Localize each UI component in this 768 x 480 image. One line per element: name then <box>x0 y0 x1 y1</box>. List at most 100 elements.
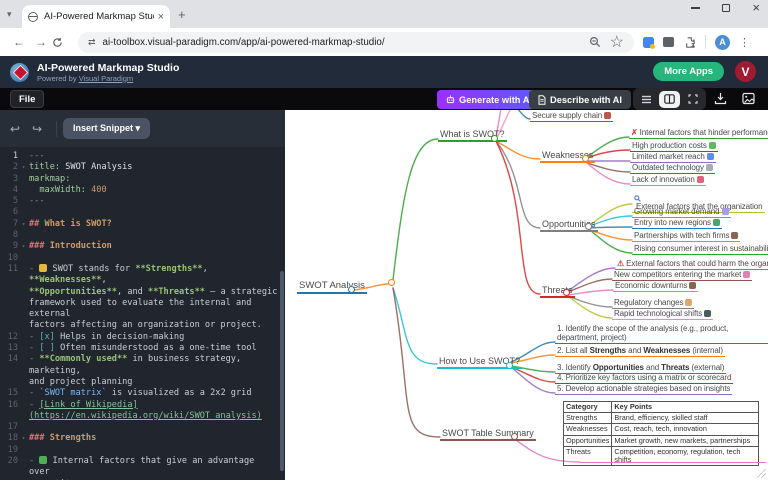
site-settings-icon[interactable]: ⇄ <box>88 37 96 48</box>
bookmark-star-icon[interactable]: ☆ <box>610 32 624 52</box>
zoom-level-icon[interactable] <box>589 36 601 48</box>
mindmap-node-w5: Lack of innovation <box>630 175 706 186</box>
window-minimize-button[interactable] <box>691 7 700 8</box>
tab-search-chevron-icon[interactable]: ▾ <box>7 9 12 20</box>
code-line: 3markmap: <box>0 174 279 185</box>
back-button[interactable]: ← <box>8 35 30 49</box>
mindmap-toggle-tbl[interactable] <box>511 433 518 440</box>
new-tab-button[interactable]: + <box>178 7 186 22</box>
mindmap-node-w1: ✗Internal factors that hinder performanc… <box>629 128 768 139</box>
v-badge-logo[interactable]: V <box>735 61 756 82</box>
mindmap-node-root: SWOT Analysis <box>297 280 367 294</box>
code-line: 1--- <box>0 151 279 162</box>
code-line: 6 <box>0 207 279 218</box>
browser-navbar: ← → ⇄ ai-toolbox.visual-paradigm.com/app… <box>0 28 768 56</box>
mindmap-node-t1: New competitors entering the market <box>612 270 752 281</box>
code-line: 7▾## What is SWOT? <box>0 219 279 230</box>
tab-favicon-globe-icon <box>28 12 38 22</box>
emoji-icon <box>704 310 711 317</box>
reload-button[interactable] <box>52 37 74 48</box>
code-line: 11- SWOT stands for **Strengths**, **Wea… <box>0 264 279 287</box>
mindmap-toggle-thr[interactable] <box>563 289 570 296</box>
emoji-icon <box>689 282 696 289</box>
emoji-icon <box>604 112 611 119</box>
code-line: (https://en.wikipedia.org/wiki/SWOT_anal… <box>0 411 279 422</box>
code-line: framework used to evaluate the internal … <box>0 298 279 321</box>
fullscreen-view-icon[interactable] <box>682 91 703 108</box>
mindmap-node-tbl: SWOT Table Summary <box>440 428 536 441</box>
ai-sparkle-icon <box>446 95 455 104</box>
code-line: 17 <box>0 422 279 433</box>
emoji-icon <box>706 164 713 171</box>
mindmap-node-o2: Entry into new regions <box>632 218 722 229</box>
search-icon <box>634 195 763 202</box>
browser-window: ▾ AI-Powered Markmap Studio × + × ← → ⇄ … <box>0 0 768 480</box>
code-line: 10 <box>0 253 279 264</box>
mindmap-toggle-root[interactable] <box>348 286 355 293</box>
browser-menu-icon[interactable]: ⋮ <box>739 36 750 49</box>
mindmap-toggle-how[interactable] <box>506 362 513 369</box>
code-line: 13- [ ] Often misunderstood as a one-tim… <box>0 343 279 354</box>
mindmap-node-w2: High production costs <box>630 141 718 152</box>
table-row: OpportunitiesMarket growth, new markets,… <box>564 435 759 446</box>
generate-with-ai-button[interactable]: Generate with AI <box>437 90 541 109</box>
code-line: 16- [Link of Wikipedia] <box>0 400 279 411</box>
resize-handle[interactable] <box>757 469 766 478</box>
code-line: 12- [x] Helps in decision-making <box>0 332 279 343</box>
powered-by: Powered by Visual Paradigm <box>37 74 179 83</box>
more-apps-button[interactable]: More Apps <box>653 62 724 81</box>
tab-strip: ▾ AI-Powered Markmap Studio × + × <box>0 0 768 28</box>
visual-paradigm-link[interactable]: Visual Paradigm <box>79 74 133 83</box>
mindmap-node-h1: 1. Identify the scope of the analysis (e… <box>555 324 768 344</box>
download-icon[interactable] <box>714 92 727 105</box>
describe-with-ai-button[interactable]: Describe with AI <box>529 90 631 109</box>
window-close-button[interactable]: × <box>752 4 760 12</box>
code-line: 9▾### Introduction <box>0 241 279 252</box>
x-icon: ✗ <box>631 128 638 137</box>
mindmap-toggle-what[interactable] <box>491 135 498 142</box>
insert-snippet-button[interactable]: Insert Snippet ▾ <box>63 118 150 139</box>
tab-close-icon[interactable]: × <box>158 11 164 23</box>
mindmap-node-o3: Partnerships with tech firms <box>632 231 740 242</box>
code-editor[interactable]: 1---2▾title: SWOT Analysis3markmap:4 max… <box>0 151 279 480</box>
split-view-icon[interactable] <box>659 91 680 108</box>
file-menu-button[interactable]: File <box>10 90 44 108</box>
fold-toggle-icon[interactable]: ▾ <box>18 433 29 444</box>
extensions-puzzle-icon[interactable] <box>683 36 696 49</box>
table-row: WeaknessesCost, reach, tech, innovation <box>564 424 759 435</box>
emoji-icon <box>713 219 720 226</box>
mindmap-node-h5: 5. Develop actionable strategies based o… <box>555 384 732 395</box>
mindmap-toggle-opp[interactable] <box>585 223 592 230</box>
mindmap-node-h2: 2. List all Strengths and Weaknesses (in… <box>555 346 725 357</box>
window-maximize-button[interactable] <box>722 4 730 12</box>
emoji-icon <box>709 142 716 149</box>
url-text: ai-toolbox.visual-paradigm.com/app/ai-po… <box>103 37 580 48</box>
browser-tab[interactable]: AI-Powered Markmap Studio × <box>22 5 170 28</box>
mindmap-toggle-junction[interactable] <box>388 279 395 286</box>
address-bar[interactable]: ⇄ ai-toolbox.visual-paradigm.com/app/ai-… <box>78 32 634 53</box>
emoji-icon <box>685 299 692 306</box>
code-line: 5--- <box>0 196 279 207</box>
visual-paradigm-logo-icon <box>10 63 29 82</box>
profile-avatar[interactable]: A <box>715 35 730 50</box>
table-row: StrengthsBrand, efficiency, skilled staf… <box>564 413 759 424</box>
fold-toggle-icon[interactable]: ▾ <box>18 162 29 173</box>
mindmap-canvas[interactable]: markmap CategoryKey PointsStrengthsBrand… <box>285 110 768 480</box>
fold-toggle-icon[interactable]: ▾ <box>18 219 29 230</box>
mindmap-toggle-weak[interactable] <box>582 155 589 162</box>
code-line: 2▾title: SWOT Analysis <box>0 162 279 173</box>
editor-only-view-icon[interactable] <box>636 91 657 108</box>
forward-button[interactable]: → <box>30 35 52 49</box>
editor-scrollbar-thumb[interactable] <box>280 271 284 471</box>
app-header: AI-Powered Markmap Studio Powered by Vis… <box>0 56 768 88</box>
redo-icon[interactable]: ↪ <box>32 122 54 136</box>
export-image-icon[interactable] <box>742 92 755 105</box>
code-line: 4 maxWidth: 400 <box>0 185 279 196</box>
code-line: 19 <box>0 445 279 456</box>
extension-drive-icon[interactable] <box>643 37 654 48</box>
extension-dark-icon[interactable] <box>663 37 674 47</box>
undo-icon[interactable]: ↩ <box>10 122 32 136</box>
emoji-icon <box>707 153 714 160</box>
emoji-icon <box>697 176 704 183</box>
fold-toggle-icon[interactable]: ▾ <box>18 241 29 252</box>
